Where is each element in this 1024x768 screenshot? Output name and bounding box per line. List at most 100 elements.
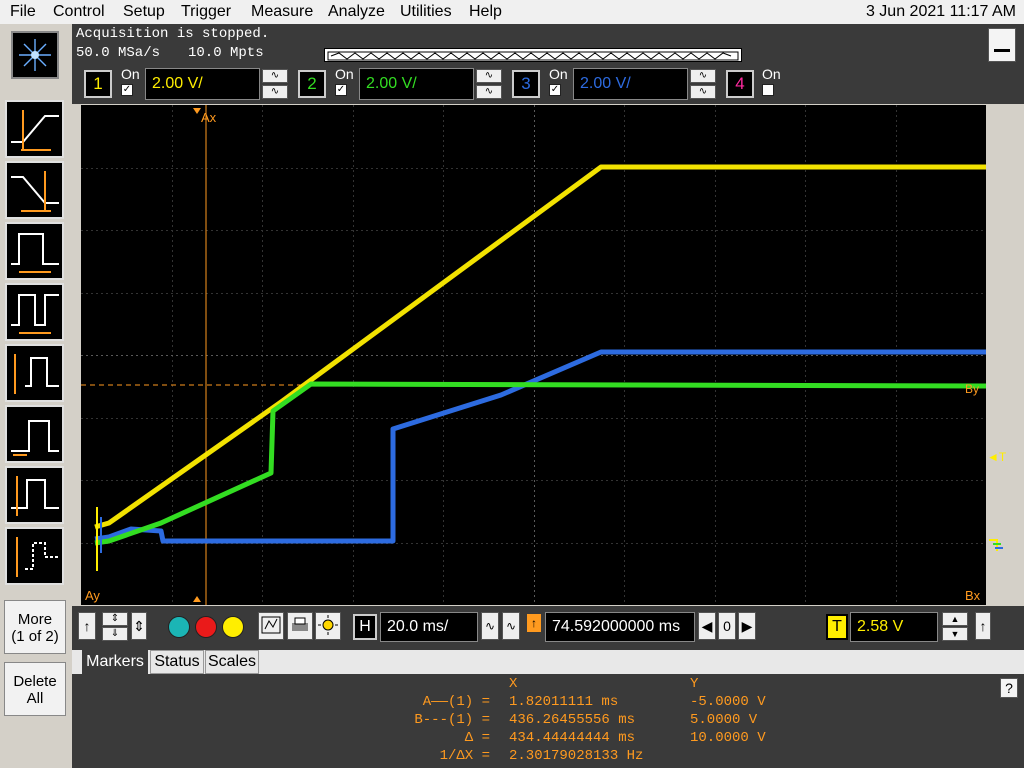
stop-button[interactable] bbox=[195, 616, 217, 638]
position-center-button[interactable]: 0 bbox=[718, 612, 736, 640]
delete-all-button[interactable]: Delete All bbox=[4, 662, 66, 716]
minimize-button[interactable] bbox=[988, 28, 1016, 62]
run-color-teal-button[interactable] bbox=[168, 616, 190, 638]
trigger-arrow-icon: ◄ bbox=[987, 450, 999, 464]
help-button[interactable]: ? bbox=[1000, 678, 1018, 698]
channel-3-scale-down[interactable]: ∿ bbox=[690, 85, 716, 99]
more-page-label: (1 of 2) bbox=[11, 628, 59, 645]
menu-help[interactable]: Help bbox=[469, 3, 502, 21]
marker-inverse-delta-label: 1/ΔX = bbox=[439, 748, 490, 764]
falling-edge-trigger-button[interactable] bbox=[5, 161, 64, 219]
channel-4-on-checkbox[interactable] bbox=[762, 84, 774, 96]
vertical-zoom-up[interactable]: ⇕ bbox=[102, 612, 128, 626]
trigger-scroll-button[interactable]: ↑ bbox=[975, 612, 991, 640]
channel-1-scale-down[interactable]: ∿ bbox=[262, 85, 288, 99]
period-trigger-button[interactable] bbox=[5, 283, 64, 341]
channel-1-scale-up[interactable]: ∿ bbox=[262, 69, 288, 83]
window-trigger-button[interactable] bbox=[5, 466, 64, 524]
position-right-button[interactable]: ▶ bbox=[738, 612, 756, 640]
brand-logo[interactable] bbox=[11, 31, 59, 79]
marker-b-label: B---(1) = bbox=[414, 712, 490, 728]
tab-scales[interactable]: Scales bbox=[205, 650, 259, 674]
channel-2-button[interactable]: 2 bbox=[298, 70, 326, 98]
waveform-overview-scrollbar[interactable] bbox=[324, 48, 742, 62]
waveform-display[interactable]: Ax Ay Bx By bbox=[81, 105, 986, 605]
marker-ax-label: Ax bbox=[201, 110, 217, 125]
menu-analyze[interactable]: Analyze bbox=[328, 3, 385, 21]
autoscale-button[interactable] bbox=[258, 612, 284, 640]
channel-3-scale-up[interactable]: ∿ bbox=[690, 69, 716, 83]
trigger-level-up[interactable]: ▲ bbox=[942, 612, 968, 626]
menu-bar: File Control Setup Trigger Measure Analy… bbox=[0, 0, 1024, 24]
markers-x-header: X bbox=[509, 676, 518, 692]
marker-by-label: By bbox=[965, 382, 979, 396]
menu-trigger[interactable]: Trigger bbox=[181, 3, 231, 21]
ax-marker-bottom-triangle bbox=[193, 596, 201, 602]
rising-edge-trigger-button[interactable] bbox=[5, 100, 64, 158]
channel-3-trace bbox=[94, 349, 986, 544]
markers-y-header: Y bbox=[690, 676, 699, 692]
more-label: More bbox=[17, 611, 53, 628]
print-button[interactable] bbox=[287, 612, 313, 640]
trigger-level-marker[interactable]: ◄T bbox=[987, 450, 1006, 464]
timeout-trigger-button[interactable] bbox=[5, 527, 64, 585]
channel-3-on-checkbox[interactable]: ✓ bbox=[549, 84, 561, 96]
more-button[interactable]: More (1 of 2) bbox=[4, 600, 66, 654]
channel-3-button[interactable]: 3 bbox=[512, 70, 540, 98]
menu-file[interactable]: File bbox=[10, 3, 36, 21]
datetime: 3 Jun 2021 11:17 AM bbox=[865, 3, 1016, 20]
setup-hold-trigger-button[interactable] bbox=[5, 405, 64, 463]
scroll-up-button[interactable]: ↑ bbox=[78, 612, 96, 640]
marker-a-x: 1.82011111 ms bbox=[509, 694, 619, 710]
marker-delta-label: Δ = bbox=[464, 730, 490, 746]
ax-marker-triangle[interactable] bbox=[193, 108, 201, 114]
trigger-level-field[interactable]: 2.58 V bbox=[850, 612, 938, 642]
channel-3-scale[interactable]: 2.00 V/ bbox=[573, 68, 688, 100]
autoscale-icon bbox=[261, 616, 281, 634]
channel-2-scale-down[interactable]: ∿ bbox=[476, 85, 502, 99]
position-left-button[interactable]: ◀ bbox=[698, 612, 716, 640]
time-scale-fine-button[interactable]: ∿ bbox=[481, 612, 499, 640]
delete-label: Delete bbox=[13, 673, 57, 690]
waveform-overview-icon bbox=[327, 51, 739, 61]
marker-ay-label: Ay bbox=[85, 588, 100, 603]
menu-utilities[interactable]: Utilities bbox=[400, 3, 452, 21]
tab-status[interactable]: Status bbox=[150, 650, 204, 674]
printer-icon bbox=[292, 617, 308, 631]
channel-2-scale[interactable]: 2.00 V/ bbox=[359, 68, 474, 100]
ground-marker[interactable] bbox=[987, 535, 1007, 555]
channel-2-scale-up[interactable]: ∿ bbox=[476, 69, 502, 83]
time-position-field[interactable]: 74.592000000 ms bbox=[545, 612, 695, 642]
tab-markers[interactable]: Markers bbox=[82, 650, 148, 674]
channel-2-on-checkbox[interactable]: ✓ bbox=[335, 84, 347, 96]
brightness-button[interactable] bbox=[315, 612, 341, 640]
single-button[interactable] bbox=[222, 616, 244, 638]
channel-1-on-label: On bbox=[121, 66, 140, 82]
sample-rate: 50.0 MSa/s bbox=[76, 45, 161, 61]
marker-delta-x: 434.44444444 ms bbox=[509, 730, 636, 746]
delete-all-label: All bbox=[26, 690, 44, 707]
menu-control[interactable]: Control bbox=[53, 3, 105, 21]
trigger-level-down[interactable]: ▼ bbox=[942, 627, 968, 641]
channel-1-button[interactable]: 1 bbox=[84, 70, 112, 98]
channel-1-scale[interactable]: 2.00 V/ bbox=[145, 68, 260, 100]
runt-trigger-button[interactable] bbox=[5, 344, 64, 402]
marker-a-y: -5.0000 V bbox=[690, 694, 766, 710]
vertical-zoom-down[interactable]: ⇓ bbox=[102, 627, 128, 641]
channel-1-on-checkbox[interactable]: ✓ bbox=[121, 84, 133, 96]
time-scale-field[interactable]: 20.0 ms/ bbox=[380, 612, 478, 642]
time-scale-coarse-button[interactable]: ∿ bbox=[502, 612, 520, 640]
sun-icon bbox=[318, 615, 338, 635]
horizontal-menu-button[interactable]: H bbox=[353, 614, 377, 640]
channel-2-on-label: On bbox=[335, 66, 354, 82]
channel-4-button[interactable]: 4 bbox=[726, 70, 754, 98]
pulse-width-trigger-button[interactable] bbox=[5, 222, 64, 280]
trigger-menu-button[interactable]: T bbox=[826, 614, 848, 640]
memory-depth: 10.0 Mpts bbox=[188, 45, 264, 61]
menu-measure[interactable]: Measure bbox=[251, 3, 313, 21]
graticule-svg: Ax Ay Bx By bbox=[81, 105, 986, 605]
acquisition-status: Acquisition is stopped. bbox=[76, 26, 270, 42]
marker-a-label: A——(1) = bbox=[422, 694, 490, 710]
menu-setup[interactable]: Setup bbox=[123, 3, 165, 21]
horizontal-adjust-button[interactable]: ⇕ bbox=[131, 612, 147, 640]
